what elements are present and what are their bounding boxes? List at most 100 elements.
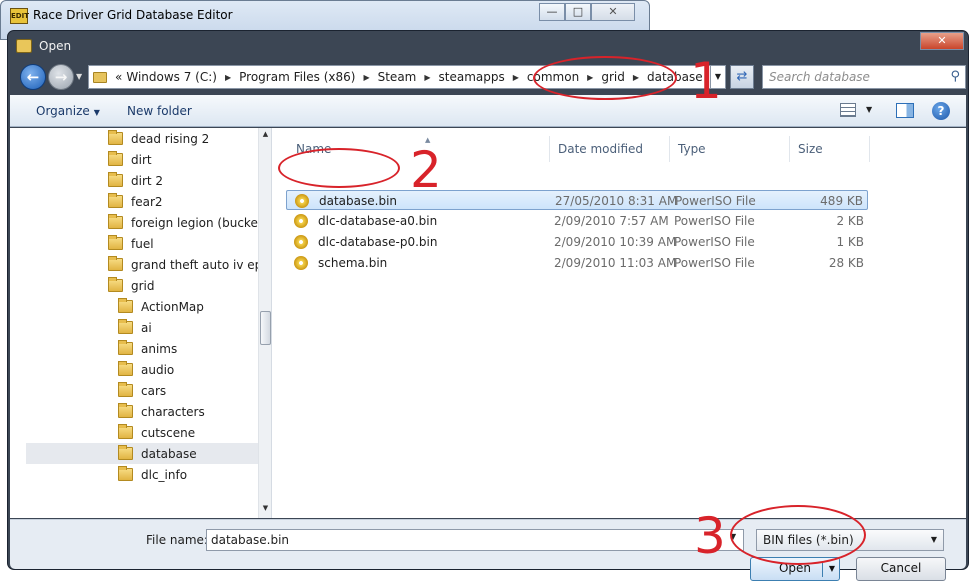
breadcrumb-arrow-icon[interactable]: ▶ bbox=[357, 73, 375, 82]
file-name: dlc-database-a0.bin bbox=[318, 214, 438, 228]
folder-open-icon bbox=[16, 39, 32, 53]
preview-pane-icon[interactable] bbox=[896, 103, 914, 118]
tree-item-label: dlc_info bbox=[141, 467, 188, 482]
tree-item-audio[interactable]: audio bbox=[118, 359, 258, 380]
file-name: dlc-database-p0.bin bbox=[318, 235, 438, 249]
folder-icon bbox=[108, 130, 123, 145]
tree-item-label: fuel bbox=[131, 236, 154, 251]
tree-item-anims[interactable]: anims bbox=[118, 338, 258, 359]
search-input[interactable]: Search database ⚲ bbox=[762, 65, 966, 89]
column-header-type[interactable]: Type bbox=[670, 136, 790, 162]
breadcrumb-arrow-icon[interactable]: ▶ bbox=[418, 73, 436, 82]
file-row-dlc-database-p0[interactable]: dlc-database-p0.bin 2/09/2010 10:39 AM P… bbox=[286, 232, 868, 252]
folder-icon bbox=[118, 445, 133, 460]
breadcrumb-steam[interactable]: Steam bbox=[376, 70, 419, 84]
app-edit-icon: EDIT bbox=[10, 8, 29, 24]
tree-item-label: cutscene bbox=[141, 425, 196, 440]
file-row-schema-bin[interactable]: schema.bin 2/09/2010 11:03 AM PowerISO F… bbox=[286, 253, 868, 273]
chevron-down-icon: ▼ bbox=[930, 535, 937, 544]
file-size: 28 KB bbox=[828, 256, 864, 270]
file-type: PowerISO File bbox=[674, 256, 755, 270]
tree-item-label: database bbox=[141, 446, 197, 461]
tree-item-cutscene[interactable]: cutscene bbox=[118, 422, 258, 443]
file-date: 27/05/2010 8:31 AM bbox=[555, 194, 678, 208]
tree-item-characters[interactable]: characters bbox=[118, 401, 258, 422]
file-name-input[interactable]: database.bin bbox=[206, 529, 744, 551]
annotation-step-number: 1 bbox=[690, 52, 722, 110]
breadcrumb-arrow-icon[interactable]: ▶ bbox=[507, 73, 525, 82]
tree-item-gta-iv[interactable]: grand theft auto iv epis bbox=[108, 254, 271, 275]
folder-icon bbox=[118, 361, 133, 376]
navigation-pane: dead rising 2 dirt dirt 2 fear2 foreign … bbox=[10, 128, 272, 518]
tree-item-foreign-legion[interactable]: foreign legion (buckets bbox=[108, 212, 269, 233]
tree-item-label: dirt 2 bbox=[131, 173, 164, 188]
file-size: 1 KB bbox=[836, 235, 864, 249]
folder-icon bbox=[108, 235, 123, 250]
tree-item-label: fear2 bbox=[131, 194, 163, 209]
breadcrumb-program-files[interactable]: Program Files (x86) bbox=[237, 70, 357, 84]
close-button[interactable]: ✕ bbox=[591, 3, 635, 21]
search-icon[interactable]: ⚲ bbox=[950, 69, 960, 84]
poweriso-disc-icon bbox=[295, 194, 309, 208]
recent-pages-dropdown[interactable]: ▼ bbox=[76, 72, 82, 81]
tree-item-grid[interactable]: grid bbox=[108, 275, 258, 296]
file-list: Name ▲ Date modified Type Size database.… bbox=[280, 128, 966, 518]
file-name: schema.bin bbox=[318, 256, 388, 270]
maximize-button[interactable]: □ bbox=[565, 3, 591, 21]
minimize-button[interactable]: — bbox=[539, 3, 565, 21]
file-size: 2 KB bbox=[836, 214, 864, 228]
breadcrumb-windows7[interactable]: Windows 7 (C:) bbox=[124, 70, 219, 84]
address-overflow[interactable]: « bbox=[113, 70, 124, 84]
breadcrumb-arrow-icon[interactable]: ▶ bbox=[219, 73, 237, 82]
file-type: PowerISO File bbox=[675, 194, 756, 208]
scroll-down-arrow-icon[interactable]: ▼ bbox=[259, 504, 271, 516]
tree-item-label: grand theft auto iv epis bbox=[131, 257, 272, 272]
tree-item-dead-rising-2[interactable]: dead rising 2 bbox=[108, 128, 258, 149]
tree-item-label: cars bbox=[141, 383, 167, 398]
tree-item-cars[interactable]: cars bbox=[118, 380, 258, 401]
forward-button[interactable]: → bbox=[48, 64, 74, 90]
file-date: 2/09/2010 10:39 AM bbox=[554, 235, 677, 249]
folder-icon bbox=[118, 340, 133, 355]
annotation-step-number: 3 bbox=[694, 507, 726, 565]
file-type: PowerISO File bbox=[674, 235, 755, 249]
tree-item-ai[interactable]: ai bbox=[118, 317, 258, 338]
nav-pane-scrollbar[interactable]: ▲ ▼ bbox=[258, 128, 271, 518]
address-row: ← → ▼ « Windows 7 (C:) ▶ Program Files (… bbox=[10, 61, 966, 95]
refresh-button[interactable]: ⇄ bbox=[730, 65, 754, 89]
tree-item-database[interactable]: database bbox=[26, 443, 258, 464]
tree-item-label: foreign legion (buckets bbox=[131, 215, 269, 230]
cancel-button[interactable]: Cancel bbox=[856, 557, 946, 581]
tree-item-dlc-info[interactable]: dlc_info bbox=[118, 464, 258, 485]
dialog-titlebar: Open ✕ bbox=[8, 31, 968, 59]
scroll-thumb[interactable] bbox=[260, 311, 271, 345]
file-row-dlc-database-a0[interactable]: dlc-database-a0.bin 2/09/2010 7:57 AM Po… bbox=[286, 211, 868, 231]
folder-icon bbox=[118, 382, 133, 397]
scroll-up-arrow-icon[interactable]: ▲ bbox=[259, 130, 271, 142]
open-dialog: Open ✕ ← → ▼ « Windows 7 (C:) ▶ Program … bbox=[7, 30, 969, 581]
folder-icon bbox=[108, 151, 123, 166]
annotation-circle-open bbox=[730, 505, 866, 565]
help-icon[interactable]: ? bbox=[932, 102, 950, 120]
tree-item-actionmap[interactable]: ActionMap bbox=[118, 296, 258, 317]
tree-item-fear2[interactable]: fear2 bbox=[108, 191, 258, 212]
folder-icon bbox=[118, 319, 133, 334]
dialog-close-button[interactable]: ✕ bbox=[920, 32, 964, 50]
breadcrumb-steamapps[interactable]: steamapps bbox=[437, 70, 507, 84]
file-row-database-bin[interactable]: database.bin 27/05/2010 8:31 AM PowerISO… bbox=[286, 190, 868, 210]
column-header-date[interactable]: Date modified bbox=[550, 136, 670, 162]
folder-icon bbox=[118, 298, 133, 313]
tree-item-label: dead rising 2 bbox=[131, 131, 210, 146]
tree-item-dirt[interactable]: dirt bbox=[108, 149, 258, 170]
folder-icon bbox=[108, 214, 123, 229]
new-folder-button[interactable]: New folder bbox=[127, 104, 192, 118]
view-options-dropdown[interactable]: ▼ bbox=[866, 105, 872, 114]
annotation-circle-address bbox=[533, 56, 677, 100]
change-view-icon[interactable] bbox=[840, 103, 856, 117]
poweriso-disc-icon bbox=[294, 235, 308, 249]
organize-button[interactable]: Organize ▼ bbox=[36, 104, 100, 118]
back-button[interactable]: ← bbox=[20, 64, 46, 90]
tree-item-fuel[interactable]: fuel bbox=[108, 233, 258, 254]
column-header-size[interactable]: Size bbox=[790, 136, 870, 162]
tree-item-dirt-2[interactable]: dirt 2 bbox=[108, 170, 258, 191]
